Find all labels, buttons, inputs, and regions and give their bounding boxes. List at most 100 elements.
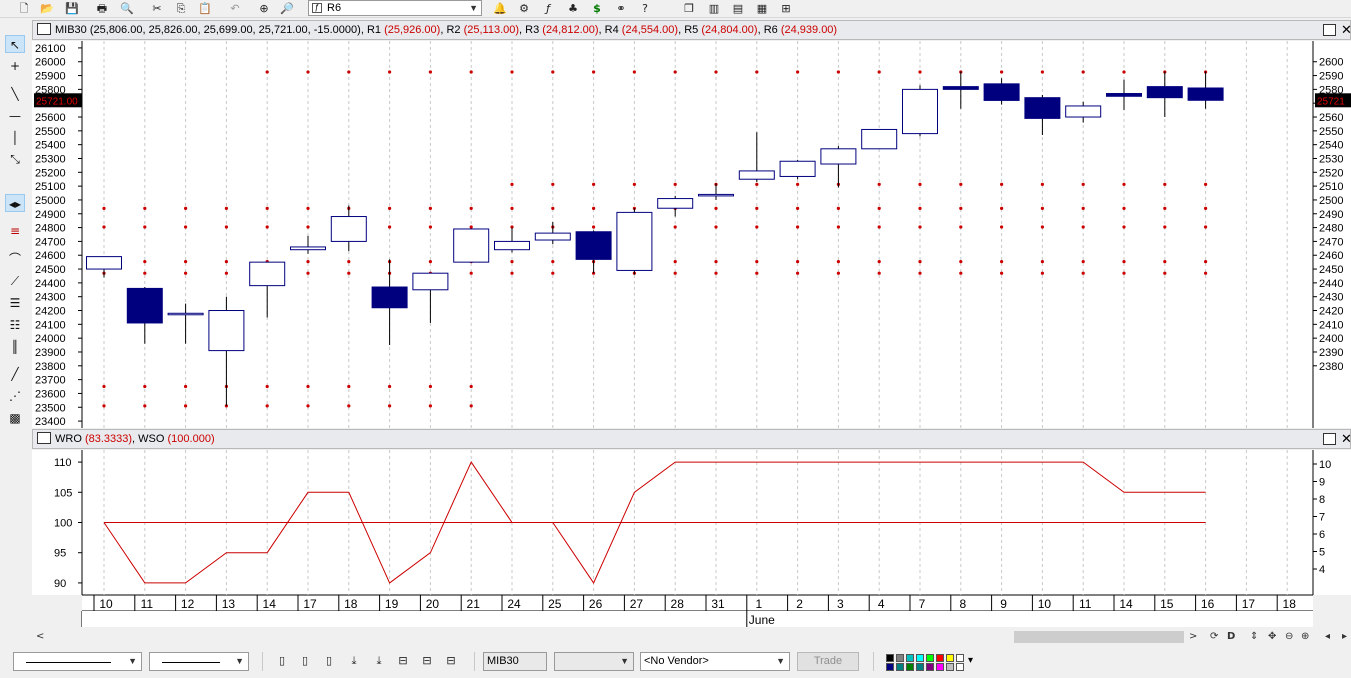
pivot-dot bbox=[102, 404, 106, 408]
crosshair-tool-icon[interactable]: + bbox=[5, 57, 25, 75]
palette-swatch[interactable] bbox=[886, 654, 894, 662]
color-palette[interactable]: ▾ bbox=[884, 652, 974, 672]
scroll-up-down-icon[interactable]: ⇕ bbox=[1250, 630, 1258, 644]
candle-body[interactable] bbox=[371, 286, 408, 309]
page-right-icon[interactable]: ▸ bbox=[1342, 630, 1347, 644]
new-document-icon[interactable]: 🗋 bbox=[16, 1, 32, 16]
scroll-right-icon[interactable]: > bbox=[1189, 630, 1197, 644]
trendline-tool-icon[interactable]: ╲ bbox=[5, 85, 25, 103]
pivot-dot bbox=[1040, 271, 1044, 275]
fib-retracement-tool-icon[interactable]: ☰ bbox=[5, 294, 25, 312]
pivot-dot bbox=[714, 70, 718, 74]
palette-swatch[interactable] bbox=[916, 654, 924, 662]
exchange-combo[interactable]: ▼ bbox=[554, 652, 634, 671]
chevron-down-icon: ▼ bbox=[235, 656, 244, 666]
scroll-tool-icon[interactable]: ◂▸ bbox=[5, 194, 25, 212]
candle-body[interactable] bbox=[861, 128, 898, 150]
window-icon[interactable]: ⊟ bbox=[443, 653, 459, 668]
refresh-icon[interactable]: ⟳ bbox=[1210, 630, 1218, 644]
candle-body[interactable] bbox=[1187, 87, 1224, 101]
palette-swatch[interactable] bbox=[956, 654, 964, 662]
export-icon[interactable]: ⤓ bbox=[371, 653, 387, 668]
candle-body[interactable] bbox=[1065, 105, 1102, 118]
candle-body[interactable] bbox=[983, 83, 1020, 101]
candle-body[interactable] bbox=[698, 193, 734, 197]
page-left-icon[interactable]: ◂ bbox=[1325, 630, 1330, 644]
candle-body[interactable] bbox=[616, 211, 653, 271]
pivot-dot bbox=[592, 225, 596, 229]
pivot-dot bbox=[388, 206, 392, 210]
palette-swatch[interactable] bbox=[886, 663, 894, 671]
line-tool-icon[interactable]: ╱ bbox=[5, 365, 25, 383]
candle-body[interactable] bbox=[290, 246, 326, 251]
candle-body[interactable] bbox=[249, 261, 286, 287]
pivot-dot bbox=[428, 384, 432, 389]
horizontal-scrollbar[interactable]: < > ⟳ D ⇕ ✥ ⊖ ⊕ ◂ ▸ bbox=[0, 628, 1351, 646]
page-icon[interactable]: ▯ bbox=[297, 653, 313, 668]
candle-body[interactable] bbox=[657, 198, 694, 209]
window-icon[interactable]: ⊟ bbox=[419, 653, 435, 668]
candle-body[interactable] bbox=[1024, 97, 1061, 119]
candle-body[interactable] bbox=[167, 312, 204, 316]
candle-body[interactable] bbox=[330, 216, 367, 242]
palette-swatch[interactable] bbox=[916, 663, 924, 671]
line-width-combo[interactable]: ▼ bbox=[149, 652, 249, 671]
palette-swatch[interactable] bbox=[946, 663, 954, 671]
candle-body[interactable] bbox=[1146, 86, 1183, 99]
horizontal-line-tool-icon[interactable]: — bbox=[5, 107, 25, 125]
palette-swatch[interactable] bbox=[936, 654, 944, 662]
candle-body[interactable] bbox=[902, 88, 938, 135]
arc-tool-icon[interactable]: ⌒ bbox=[5, 250, 25, 268]
fib-extension-tool-icon[interactable]: ☷ bbox=[5, 316, 25, 334]
palette-swatch[interactable] bbox=[956, 663, 964, 671]
date-axis-label: 18 bbox=[1283, 597, 1297, 611]
palette-swatch[interactable] bbox=[926, 663, 934, 671]
daily-period-button[interactable]: D bbox=[1227, 630, 1235, 644]
vendor-combo[interactable]: <No Vendor> ▼ bbox=[640, 652, 790, 671]
candle-body[interactable] bbox=[820, 148, 857, 165]
candle-body[interactable] bbox=[86, 256, 122, 270]
zoom-tool-icon[interactable]: ⤡ bbox=[5, 150, 25, 168]
vertical-line-tool-icon[interactable]: │ bbox=[5, 129, 25, 147]
zoom-in-icon[interactable]: ⊕ bbox=[1301, 630, 1309, 644]
scroll-left-icon[interactable]: < bbox=[36, 630, 44, 644]
speed-lines-tool-icon[interactable]: ⋰ bbox=[5, 387, 25, 405]
line-style-combo[interactable]: ▼ bbox=[13, 652, 142, 671]
cycle-lines-tool-icon[interactable]: ║ bbox=[5, 338, 25, 356]
pan-icon[interactable]: ✥ bbox=[1268, 630, 1276, 644]
scroll-thumb[interactable] bbox=[1014, 631, 1184, 643]
palette-swatch[interactable] bbox=[896, 663, 904, 671]
pivot-dot bbox=[388, 70, 392, 74]
candle-body[interactable] bbox=[1106, 93, 1142, 97]
candle-body[interactable] bbox=[208, 310, 245, 352]
candle-body[interactable] bbox=[575, 231, 612, 260]
candle-body[interactable] bbox=[534, 232, 571, 241]
page-icon[interactable]: ▯ bbox=[274, 653, 290, 668]
palette-swatch[interactable] bbox=[936, 663, 944, 671]
trade-button[interactable]: Trade bbox=[797, 652, 859, 671]
palette-swatch[interactable] bbox=[946, 654, 954, 662]
candle-body[interactable] bbox=[453, 228, 490, 263]
gann-grid-tool-icon[interactable]: ▩ bbox=[5, 409, 25, 427]
candle-body[interactable] bbox=[412, 272, 449, 291]
price-axis-label: 23900 bbox=[35, 347, 66, 359]
candle-body[interactable] bbox=[738, 170, 775, 180]
zoom-out-icon[interactable]: ⊖ bbox=[1285, 630, 1293, 644]
indicator-tool-icon[interactable]: ≡ bbox=[5, 222, 25, 240]
palette-swatch[interactable] bbox=[906, 654, 914, 662]
symbol-field[interactable]: MIB30 bbox=[483, 652, 547, 671]
palette-swatch[interactable] bbox=[906, 663, 914, 671]
candle-body[interactable] bbox=[126, 287, 163, 324]
candle-body[interactable] bbox=[779, 160, 816, 177]
palette-swatch[interactable] bbox=[896, 654, 904, 662]
chevron-down-icon[interactable]: ▾ bbox=[968, 655, 973, 666]
pointer-tool-icon[interactable]: ↖ bbox=[5, 35, 25, 53]
page-icon[interactable]: ▯ bbox=[321, 653, 337, 668]
chart-canvas[interactable]: 2610026000259002580025700256002550025400… bbox=[32, 0, 1351, 675]
fan-tool-icon[interactable]: ⟋ bbox=[5, 272, 25, 290]
export-icon[interactable]: ⤓ bbox=[346, 653, 362, 668]
palette-swatch[interactable] bbox=[926, 654, 934, 662]
candle-body[interactable] bbox=[942, 86, 979, 90]
candle-body[interactable] bbox=[494, 240, 530, 251]
window-icon[interactable]: ⊟ bbox=[395, 653, 411, 668]
